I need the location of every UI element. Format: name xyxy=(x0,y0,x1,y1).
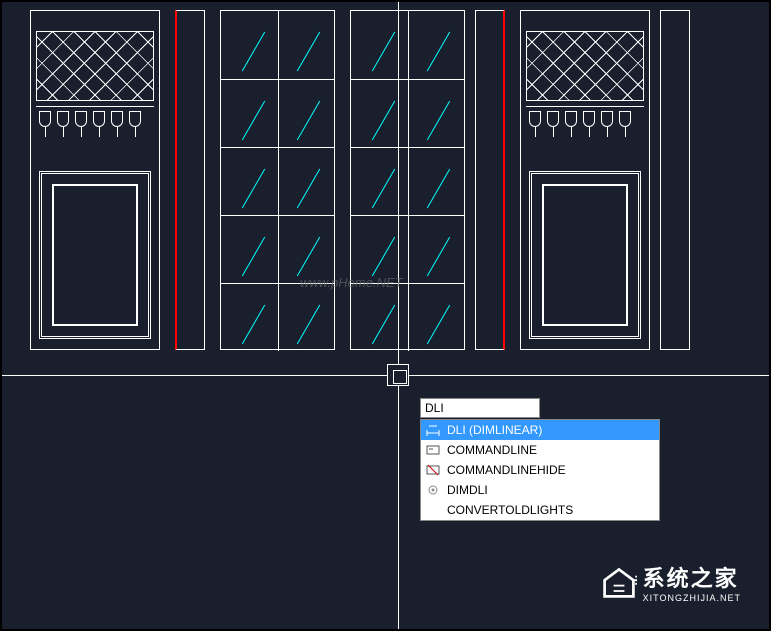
glass-cabinet xyxy=(350,10,465,350)
command-autocomplete[interactable]: DLI (DIMLINEAR) COMMANDLINE COMMANDLINEH… xyxy=(420,419,660,521)
autocomplete-item[interactable]: DLI (DIMLINEAR) xyxy=(421,420,659,440)
autocomplete-label: COMMANDLINE xyxy=(447,443,537,457)
door-panel xyxy=(39,171,151,339)
autocomplete-label: DIMDLI xyxy=(447,483,488,497)
logo-text-cn: 系统之家 xyxy=(643,566,739,591)
crosshair-pickbox xyxy=(387,364,409,386)
divider-panel xyxy=(175,10,205,350)
blank-icon xyxy=(425,502,441,518)
lattice-pattern xyxy=(526,31,644,101)
autocomplete-label: DLI (DIMLINEAR) xyxy=(447,423,542,437)
autocomplete-label: COMMANDLINEHIDE xyxy=(447,463,566,477)
dim-linear-icon xyxy=(425,422,441,438)
commandline-hide-icon xyxy=(425,462,441,478)
wine-glass-rack xyxy=(36,106,154,146)
wine-glass-rack xyxy=(526,106,644,146)
autocomplete-item[interactable]: DIMDLI xyxy=(421,480,659,500)
glass-cabinet xyxy=(220,10,335,350)
house-icon xyxy=(601,564,637,600)
watermark-text: www.pHome.NET xyxy=(300,275,403,290)
cabinet-panel xyxy=(520,10,650,350)
crosshair-vertical xyxy=(398,0,399,631)
drawing-viewport[interactable] xyxy=(20,0,740,360)
gear-icon xyxy=(425,482,441,498)
crosshair-horizontal xyxy=(0,375,771,376)
cabinet-panel xyxy=(30,10,160,350)
autocomplete-item[interactable]: CONVERTOLDLIGHTS xyxy=(421,500,659,520)
divider-panel xyxy=(475,10,505,350)
autocomplete-item[interactable]: COMMANDLINE xyxy=(421,440,659,460)
autocomplete-label: CONVERTOLDLIGHTS xyxy=(447,503,573,517)
command-input[interactable] xyxy=(420,398,540,418)
door-panel xyxy=(529,171,641,339)
divider-panel xyxy=(660,10,690,350)
logo-text-en: XITONGZHIJIA.NET xyxy=(643,593,741,603)
commandline-icon xyxy=(425,442,441,458)
watermark-logo: 系统之家 XITONGZHIJIA.NET xyxy=(601,561,741,603)
autocomplete-item[interactable]: COMMANDLINEHIDE xyxy=(421,460,659,480)
lattice-pattern xyxy=(36,31,154,101)
